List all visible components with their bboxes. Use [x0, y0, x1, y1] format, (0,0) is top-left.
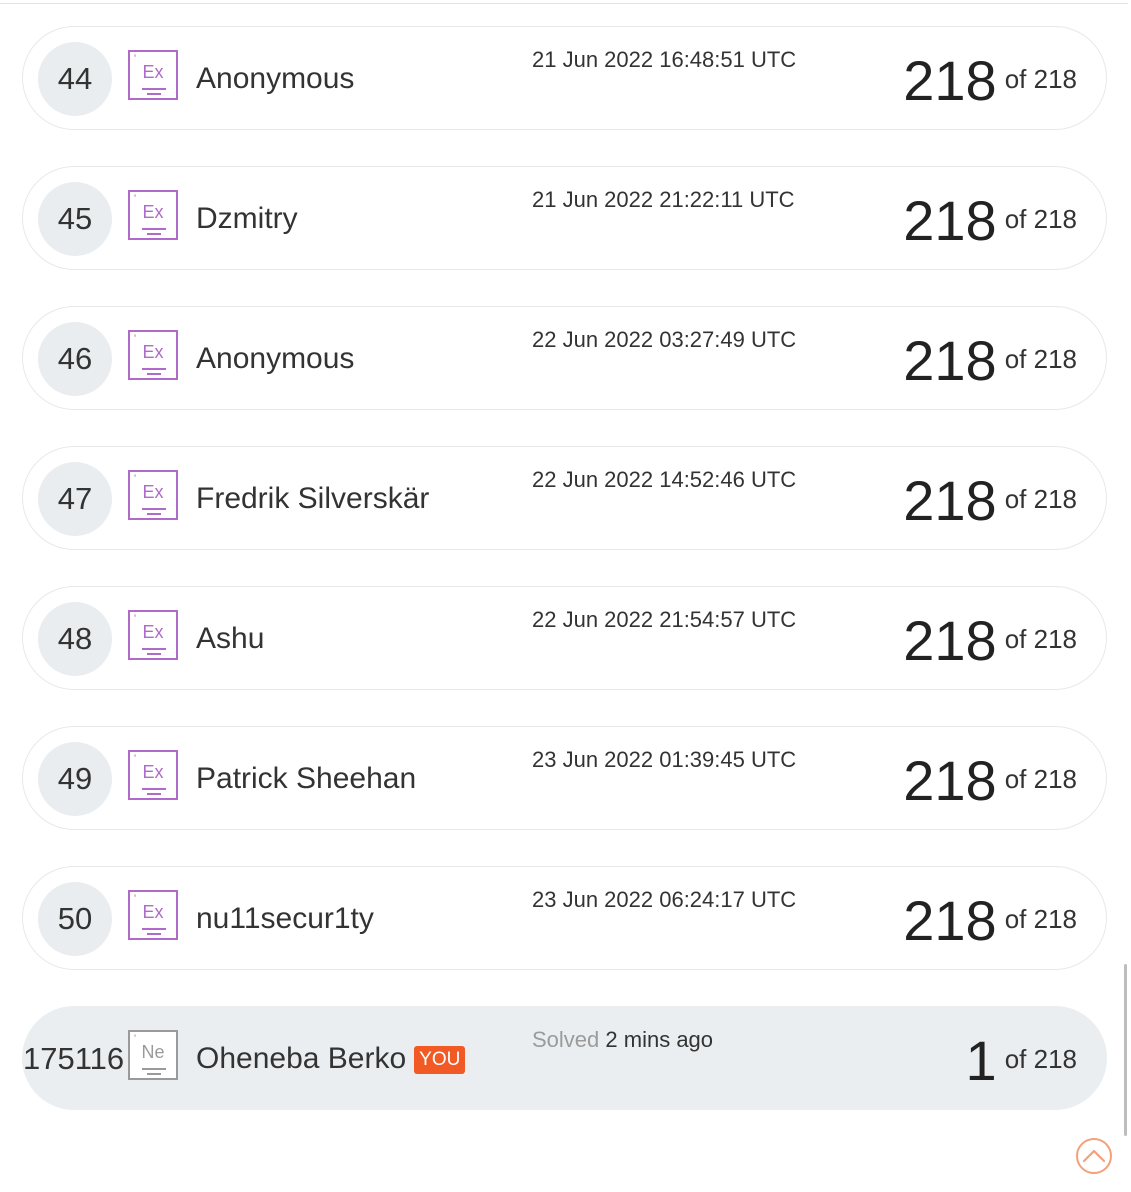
score-total: of 218	[1004, 764, 1077, 794]
score-total: of 218	[1004, 204, 1077, 234]
score: 218 of 218	[903, 49, 1077, 111]
player-name[interactable]: Patrick Sheehan	[196, 761, 416, 797]
score-total: of 218	[1004, 344, 1077, 374]
completion-time: 22 Jun 2022 03:27:49 UTC	[532, 327, 797, 352]
score-total: of 218	[1004, 1044, 1077, 1074]
player-name[interactable]: Ashu	[196, 621, 264, 657]
rank-number: 50	[38, 882, 112, 956]
leaderboard-list: 44 ' Ex Anonymous 21 Jun 2022 16:48:51 U…	[0, 0, 1131, 1192]
solved-time: 2 mins ago	[605, 1027, 714, 1052]
score-total: of 218	[1004, 624, 1077, 654]
score-value: 218	[903, 609, 997, 672]
rank-number: 44	[38, 42, 112, 116]
expert-rank-badge-icon: ' Ex	[128, 190, 178, 240]
rank-number: 175116	[23, 1041, 125, 1076]
player-name[interactable]: nu11secur1ty	[196, 901, 374, 937]
rank-number: 49	[38, 742, 112, 816]
score: 218 of 218	[903, 189, 1077, 251]
leaderboard-row: 49 ' Ex Patrick Sheehan 23 Jun 2022 01:3…	[22, 726, 1107, 830]
score: 218 of 218	[903, 329, 1077, 391]
score: 1 of 218	[966, 1029, 1077, 1091]
rank-number: 47	[38, 462, 112, 536]
player-name-text: Oheneba Berko	[196, 1042, 407, 1075]
score-value: 218	[903, 189, 997, 252]
completion-time: 22 Jun 2022 14:52:46 UTC	[532, 467, 797, 492]
completion-time: 21 Jun 2022 21:22:11 UTC	[532, 187, 795, 212]
score-value: 218	[903, 329, 997, 392]
completion-time: 21 Jun 2022 16:48:51 UTC	[532, 47, 797, 72]
score-value: 218	[903, 469, 997, 532]
rank-number: 46	[38, 322, 112, 396]
completion-time: 22 Jun 2022 21:54:57 UTC	[532, 607, 797, 632]
score-value: 218	[903, 889, 997, 952]
rank-number: 48	[38, 602, 112, 676]
expert-rank-badge-icon: ' Ex	[128, 750, 178, 800]
player-name[interactable]: Dzmitry	[196, 201, 298, 237]
score: 218 of 218	[903, 609, 1077, 671]
leaderboard-row: 45 ' Ex Dzmitry 21 Jun 2022 21:22:11 UTC…	[22, 166, 1107, 270]
chevron-up-icon	[1082, 1149, 1106, 1163]
score: 218 of 218	[903, 749, 1077, 811]
player-name[interactable]: Oheneba Berko YOU	[196, 1041, 466, 1077]
leaderboard-row: 50 ' Ex nu11secur1ty 23 Jun 2022 06:24:1…	[22, 866, 1107, 970]
current-user-row: 175116 ' Ne Oheneba Berko YOU Solved 2 mi…	[22, 1006, 1107, 1110]
completion-time: Solved 2 mins ago	[532, 1027, 713, 1053]
leaderboard-row: 47 ' Ex Fredrik Silverskär 22 Jun 2022 1…	[22, 446, 1107, 550]
score: 218 of 218	[903, 889, 1077, 951]
player-name[interactable]: Anonymous	[196, 61, 354, 97]
score-total: of 218	[1004, 64, 1077, 94]
leaderboard-row: 48 ' Ex Ashu 22 Jun 2022 21:54:57 UTC 21…	[22, 586, 1107, 690]
score-value: 218	[903, 749, 997, 812]
expert-rank-badge-icon: ' Ex	[128, 50, 178, 100]
expert-rank-badge-icon: ' Ex	[128, 890, 178, 940]
player-name[interactable]: Fredrik Silverskär	[196, 481, 429, 517]
newbie-rank-badge-icon: ' Ne	[128, 1030, 178, 1080]
leaderboard-row: 46 ' Ex Anonymous 22 Jun 2022 03:27:49 U…	[22, 306, 1107, 410]
back-to-top-button[interactable]	[1076, 1138, 1112, 1174]
expert-rank-badge-icon: ' Ex	[128, 330, 178, 380]
you-badge: YOU	[414, 1046, 466, 1074]
player-name[interactable]: Anonymous	[196, 341, 354, 377]
score-total: of 218	[1004, 904, 1077, 934]
score-value: 1	[965, 1029, 997, 1092]
expert-rank-badge-icon: ' Ex	[128, 610, 178, 660]
scrollbar-thumb[interactable]	[1124, 964, 1127, 1136]
solved-label: Solved	[532, 1027, 600, 1052]
expert-rank-badge-icon: ' Ex	[128, 470, 178, 520]
rank-number: 45	[38, 182, 112, 256]
leaderboard-row: 44 ' Ex Anonymous 21 Jun 2022 16:48:51 U…	[22, 26, 1107, 130]
score: 218 of 218	[903, 469, 1077, 531]
completion-time: 23 Jun 2022 01:39:45 UTC	[532, 747, 797, 772]
score-total: of 218	[1004, 484, 1077, 514]
completion-time: 23 Jun 2022 06:24:17 UTC	[532, 887, 797, 912]
score-value: 218	[903, 49, 997, 112]
